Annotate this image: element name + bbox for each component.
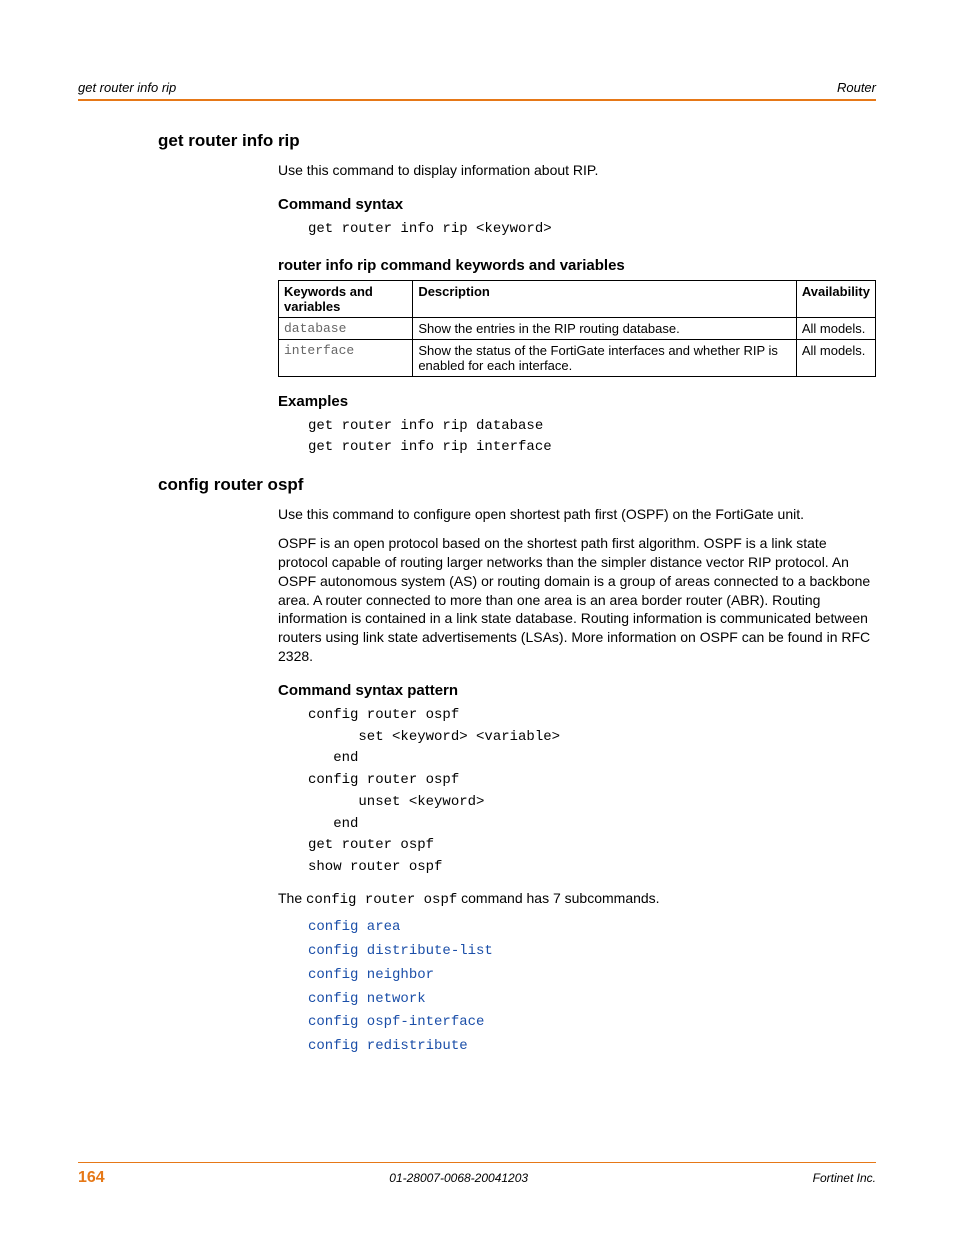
subcommand-link[interactable]: config area	[308, 916, 876, 940]
keywords-table: Keywords and variables Description Avail…	[278, 280, 876, 377]
page-footer: 164 01-28007-0068-20041203 Fortinet Inc.	[78, 1162, 876, 1187]
intro-ospf: Use this command to configure open short…	[278, 505, 876, 524]
subcommand-link[interactable]: config neighbor	[308, 964, 876, 988]
subcommand-link[interactable]: config ospf-interface	[308, 1011, 876, 1035]
section-title-rip: get router info rip	[158, 131, 876, 151]
footer-docid: 01-28007-0068-20041203	[389, 1171, 528, 1185]
header-rule	[78, 99, 876, 101]
section-title-ospf: config router ospf	[158, 475, 876, 495]
header-left: get router info rip	[78, 80, 176, 95]
syntax-pattern-code: config router ospf set <keyword> <variab…	[308, 705, 876, 879]
intro-rip: Use this command to display information …	[278, 161, 876, 180]
cell-desc: Show the entries in the RIP routing data…	[413, 317, 797, 339]
cell-desc: Show the status of the FortiGate interfa…	[413, 339, 797, 376]
syntax-pattern-heading: Command syntax pattern	[278, 682, 876, 699]
syntax-code-rip: get router info rip <keyword>	[308, 219, 876, 241]
subcommands-sentence: The config router ospf command has 7 sub…	[278, 889, 876, 911]
example-code: get router info rip interface	[308, 437, 876, 459]
table-heading: router info rip command keywords and var…	[278, 257, 876, 274]
para-ospf: OSPF is an open protocol based on the sh…	[278, 534, 876, 666]
page-number: 164	[78, 1169, 105, 1187]
page-header: get router info rip Router	[78, 80, 876, 99]
example-code: get router info rip database	[308, 416, 876, 438]
table-header-row: Keywords and variables Description Avail…	[279, 280, 876, 317]
table-row: database Show the entries in the RIP rou…	[279, 317, 876, 339]
subcommand-link[interactable]: config distribute-list	[308, 940, 876, 964]
subcommand-link[interactable]: config redistribute	[308, 1035, 876, 1059]
table-row: interface Show the status of the FortiGa…	[279, 339, 876, 376]
cell-keyword: interface	[279, 339, 413, 376]
header-right: Router	[837, 80, 876, 95]
sub-post: command has 7 subcommands.	[457, 890, 659, 906]
th-keywords: Keywords and variables	[279, 280, 413, 317]
cell-avail: All models.	[796, 339, 875, 376]
sub-pre: The	[278, 890, 306, 906]
footer-company: Fortinet Inc.	[813, 1171, 876, 1185]
examples-heading: Examples	[278, 393, 876, 410]
subcommand-link[interactable]: config network	[308, 988, 876, 1012]
command-syntax-heading: Command syntax	[278, 196, 876, 213]
th-availability: Availability	[796, 280, 875, 317]
th-description: Description	[413, 280, 797, 317]
footer-rule	[78, 1162, 876, 1163]
sub-code: config router ospf	[306, 892, 457, 908]
cell-keyword: database	[279, 317, 413, 339]
cell-avail: All models.	[796, 317, 875, 339]
